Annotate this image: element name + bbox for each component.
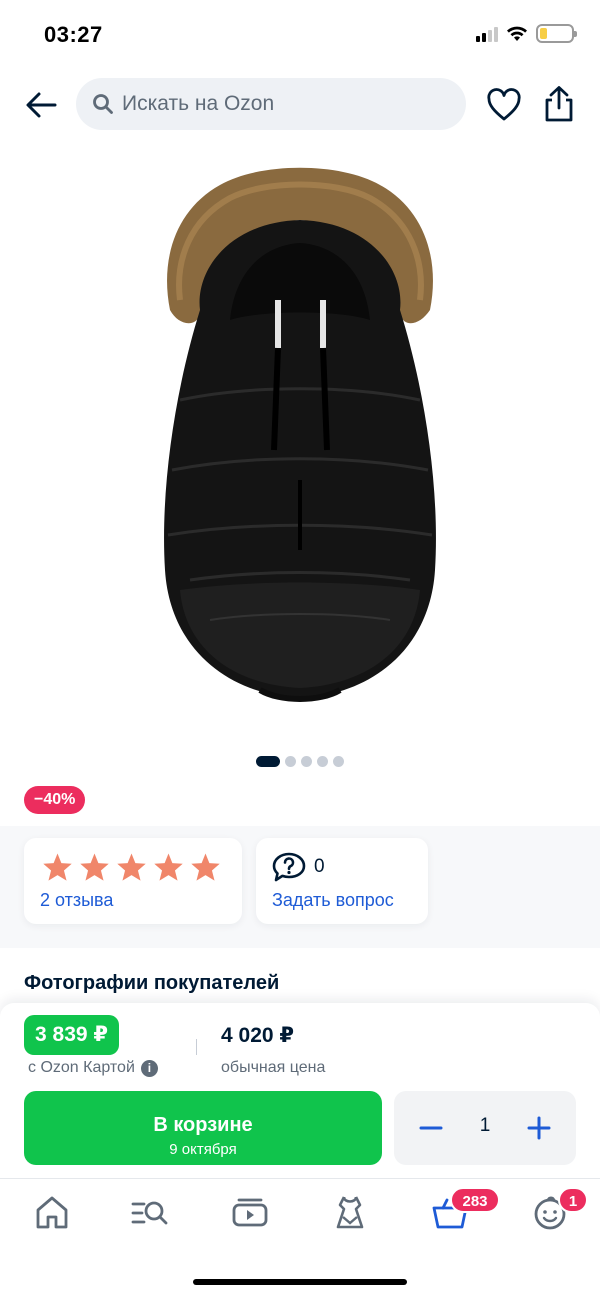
video-icon: [232, 1198, 268, 1227]
wifi-icon: [507, 26, 527, 41]
carousel-dot[interactable]: [317, 756, 328, 767]
catalog-search-icon: [131, 1201, 168, 1225]
share-button[interactable]: [542, 85, 576, 123]
reviews-link[interactable]: 2 отзыва: [40, 890, 113, 911]
top-bar: [0, 76, 600, 132]
minus-icon[interactable]: [416, 1113, 446, 1143]
nav-fashion[interactable]: [330, 1193, 370, 1233]
favorite-button[interactable]: [486, 88, 522, 122]
status-icons: [476, 24, 577, 43]
quantity-stepper: 1: [394, 1091, 576, 1165]
share-icon: [545, 86, 573, 122]
cart-button-title: В корзине: [153, 1113, 253, 1136]
ozon-card-price-label: с Ozon Картой i: [28, 1059, 158, 1077]
status-bar: 03:27: [0, 0, 600, 70]
back-arrow-icon: [26, 92, 57, 118]
nav-home[interactable]: [32, 1193, 72, 1233]
ask-question-link[interactable]: Задать вопрос: [272, 890, 394, 911]
battery-icon: [536, 24, 577, 43]
questions-card[interactable]: 0 Задать вопрос: [256, 838, 428, 924]
carousel-dot[interactable]: [301, 756, 312, 767]
fashion-icon: [336, 1196, 364, 1229]
cellular-signal-icon: [476, 26, 498, 42]
star-icon: [154, 853, 183, 881]
questions-count: 0: [314, 856, 325, 877]
home-icon: [36, 1196, 68, 1229]
home-indicator: [193, 1279, 407, 1285]
product-photo-footmuff: [164, 167, 436, 702]
status-time: 03:27: [44, 22, 103, 47]
nav-video[interactable]: [230, 1193, 270, 1233]
search-icon: [93, 94, 113, 114]
price-panel: 3 839 ₽ с Ozon Картой i 4 020 ₽ обычная …: [0, 1003, 600, 1181]
plus-icon[interactable]: [524, 1113, 554, 1143]
discount-badge: −40%: [24, 786, 86, 814]
rating-card[interactable]: 2 отзыва: [24, 838, 242, 924]
question-bubble-icon: [272, 852, 306, 882]
carousel-dot[interactable]: [333, 756, 344, 767]
rating-question-section: 2 отзыва 0 Задать вопрос: [0, 826, 600, 948]
product-image[interactable]: [150, 150, 450, 730]
search-bar[interactable]: [76, 78, 466, 130]
info-icon[interactable]: i: [140, 1059, 158, 1077]
cart-badge: 283: [450, 1187, 500, 1213]
ozon-card-label-text: с Ozon Картой: [28, 1059, 135, 1076]
in-cart-button[interactable]: В корзине 9 октября: [24, 1091, 382, 1165]
star-icon: [117, 853, 146, 881]
carousel-dot[interactable]: [256, 756, 280, 767]
star-icon: [80, 853, 109, 881]
ozon-card-price: 3 839 ₽: [24, 1015, 119, 1055]
search-input[interactable]: [122, 92, 442, 116]
star-icon: [191, 853, 220, 881]
profile-badge: 1: [558, 1187, 588, 1213]
regular-price-label: обычная цена: [221, 1059, 326, 1076]
image-carousel-indicator[interactable]: [0, 756, 600, 767]
star-icon: [43, 853, 72, 881]
regular-price: 4 020 ₽: [221, 1024, 294, 1047]
nav-catalog[interactable]: [130, 1193, 170, 1233]
buyer-photos-title: Фотографии покупателей: [24, 972, 280, 994]
quantity-value: 1: [479, 1115, 491, 1136]
delivery-date: 9 октября: [169, 1140, 237, 1158]
heart-icon: [487, 88, 521, 121]
back-button[interactable]: [22, 86, 60, 124]
price-divider: [196, 1039, 197, 1055]
rating-stars: [42, 852, 221, 882]
carousel-dot[interactable]: [285, 756, 296, 767]
